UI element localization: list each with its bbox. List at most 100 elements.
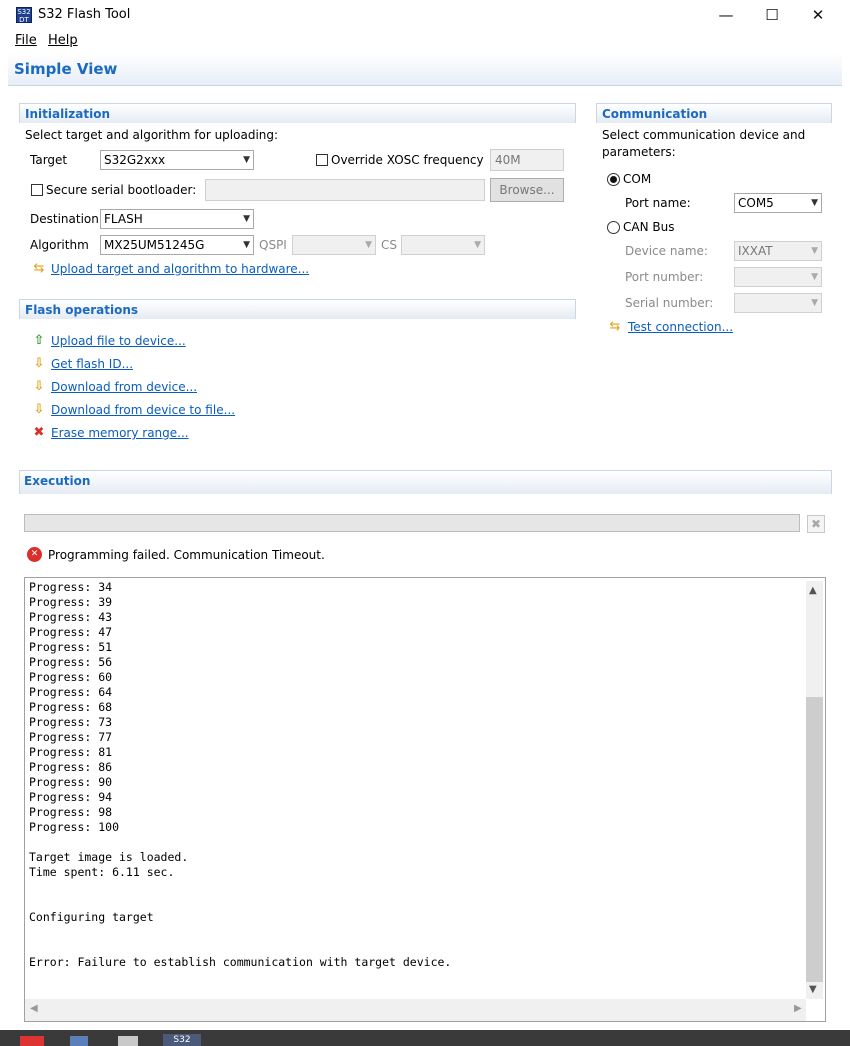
erase-memory-link[interactable]: Erase memory range... [51,426,189,440]
execution-status: Programming failed. Communication Timeou… [48,548,325,562]
serial-number-label: Serial number: [625,296,714,310]
red-x-icon: ✖ [33,425,45,440]
console-line: Progress: 51 [29,640,113,654]
scroll-right-icon[interactable]: ▶ [794,1003,802,1014]
scroll-up-icon[interactable]: ▲ [809,585,817,596]
flash-operations-title: Flash operations [25,303,139,317]
qspi-label: QSPI [259,238,287,252]
port-name-select[interactable]: COM5 ▼ [734,193,822,213]
execution-header [19,470,832,494]
initialization-instruction: Select target and algorithm for uploadin… [25,128,279,142]
test-connection-link[interactable]: Test connection... [628,320,733,334]
console-line: Progress: 73 [29,715,113,729]
download-from-device-link[interactable]: Download from device... [51,380,197,394]
menu-file[interactable]: File [15,33,37,48]
error-icon: ✕ [27,547,42,562]
secure-bootloader-label: Secure serial bootloader: [46,183,197,197]
maximize-button[interactable]: ☐ [749,0,795,31]
progress-bar [24,514,800,532]
override-xosc-checkbox[interactable] [316,154,328,166]
algorithm-select[interactable]: MX25UM51245G ▼ [100,235,254,255]
console-line: Progress: 39 [29,595,113,609]
scroll-down-icon[interactable]: ▼ [809,984,817,995]
console-horizontal-scrollbar[interactable] [25,999,806,1021]
console-line: Progress: 43 [29,610,113,624]
com-label: COM [623,172,652,186]
chevron-down-icon: ▼ [811,298,818,308]
console-line: Progress: 100 [29,820,120,834]
cancel-operation-button: ✖ [807,515,825,533]
initialization-title: Initialization [25,107,111,121]
destination-value: FLASH [104,212,143,226]
console-line: Progress: 81 [29,745,113,759]
communication-instruction: Select communication device and paramete… [602,128,806,159]
port-number-select: ▼ [734,267,822,287]
xosc-frequency-field: 40M [490,149,564,171]
port-number-label: Port number: [625,270,704,284]
communication-title: Communication [602,107,708,121]
console-line: Time spent: 6.11 sec. [29,865,175,879]
arrow-down-icon: ⇩ [33,379,45,394]
destination-select[interactable]: FLASH ▼ [100,209,254,229]
device-name-select: IXXAT ▼ [734,241,822,261]
taskbar-app-icon[interactable] [70,1036,88,1046]
chevron-down-icon: ▼ [243,155,250,165]
console-scroll-thumb[interactable] [806,697,823,982]
taskbar-app-icon[interactable] [118,1036,138,1046]
upload-hardware-icon: ⇆ [33,261,45,276]
device-name-label: Device name: [625,244,708,258]
target-value: S32G2xxx [104,153,166,167]
upload-file-link[interactable]: Upload file to device... [51,334,186,348]
menu-help[interactable]: Help [48,33,78,48]
cs-select: ▼ [401,235,485,255]
console-line: Error: Failure to establish communicatio… [29,955,452,969]
chevron-down-icon: ▼ [811,272,818,282]
console-line: Progress: 34 [29,580,113,594]
secure-bootloader-checkbox[interactable] [31,184,43,196]
view-header [8,53,842,86]
get-flash-id-link[interactable]: Get flash ID... [51,357,133,371]
close-button[interactable]: ✕ [795,0,841,31]
console-line: Progress: 64 [29,685,113,699]
chevron-down-icon: ▼ [811,198,818,208]
can-bus-radio[interactable] [607,221,620,234]
port-name-label: Port name: [625,196,691,210]
download-to-file-link[interactable]: Download from device to file... [51,403,235,417]
view-title: Simple View [14,60,118,78]
menu-file-label: File [15,33,37,48]
menu-bar [0,31,850,51]
taskbar-app-icon[interactable] [20,1036,44,1046]
window-title: S32 Flash Tool [38,7,131,22]
menu-help-label: Help [48,33,78,48]
upload-target-link[interactable]: Upload target and algorithm to hardware.… [51,262,309,276]
minimize-button[interactable]: — [703,0,749,31]
chevron-down-icon: ▼ [811,246,818,256]
algorithm-value: MX25UM51245G [104,238,205,252]
test-connection-icon: ⇆ [609,319,621,334]
taskbar-s32-button[interactable]: S32 [163,1034,201,1046]
console-line: Target image is loaded. [29,850,189,864]
console-line: Progress: 60 [29,670,113,684]
secure-bootloader-path-field [205,179,485,201]
cs-label: CS [381,238,397,252]
background-window-edge [0,96,8,116]
chevron-down-icon: ▼ [243,214,250,224]
console-line: Configuring target [29,910,154,924]
serial-number-select: ▼ [734,293,822,313]
console-line: Progress: 90 [29,775,113,789]
chevron-down-icon: ▼ [474,240,481,250]
target-select[interactable]: S32G2xxx ▼ [100,150,254,170]
scroll-left-icon[interactable]: ◀ [30,1003,38,1014]
console-line: Progress: 77 [29,730,113,744]
port-name-value: COM5 [738,196,774,210]
arrow-down-icon: ⇩ [33,402,45,417]
console-line: Progress: 94 [29,790,113,804]
chevron-down-icon: ▼ [365,240,372,250]
console-line: Progress: 56 [29,655,113,669]
com-radio[interactable] [607,173,620,186]
console-output[interactable]: Progress: 34 Progress: 39 Progress: 43 P… [24,577,826,1022]
target-label: Target [30,153,68,167]
device-name-value: IXXAT [738,244,773,258]
app-logo-icon: S32 DT [16,7,32,24]
console-line: Progress: 98 [29,805,113,819]
